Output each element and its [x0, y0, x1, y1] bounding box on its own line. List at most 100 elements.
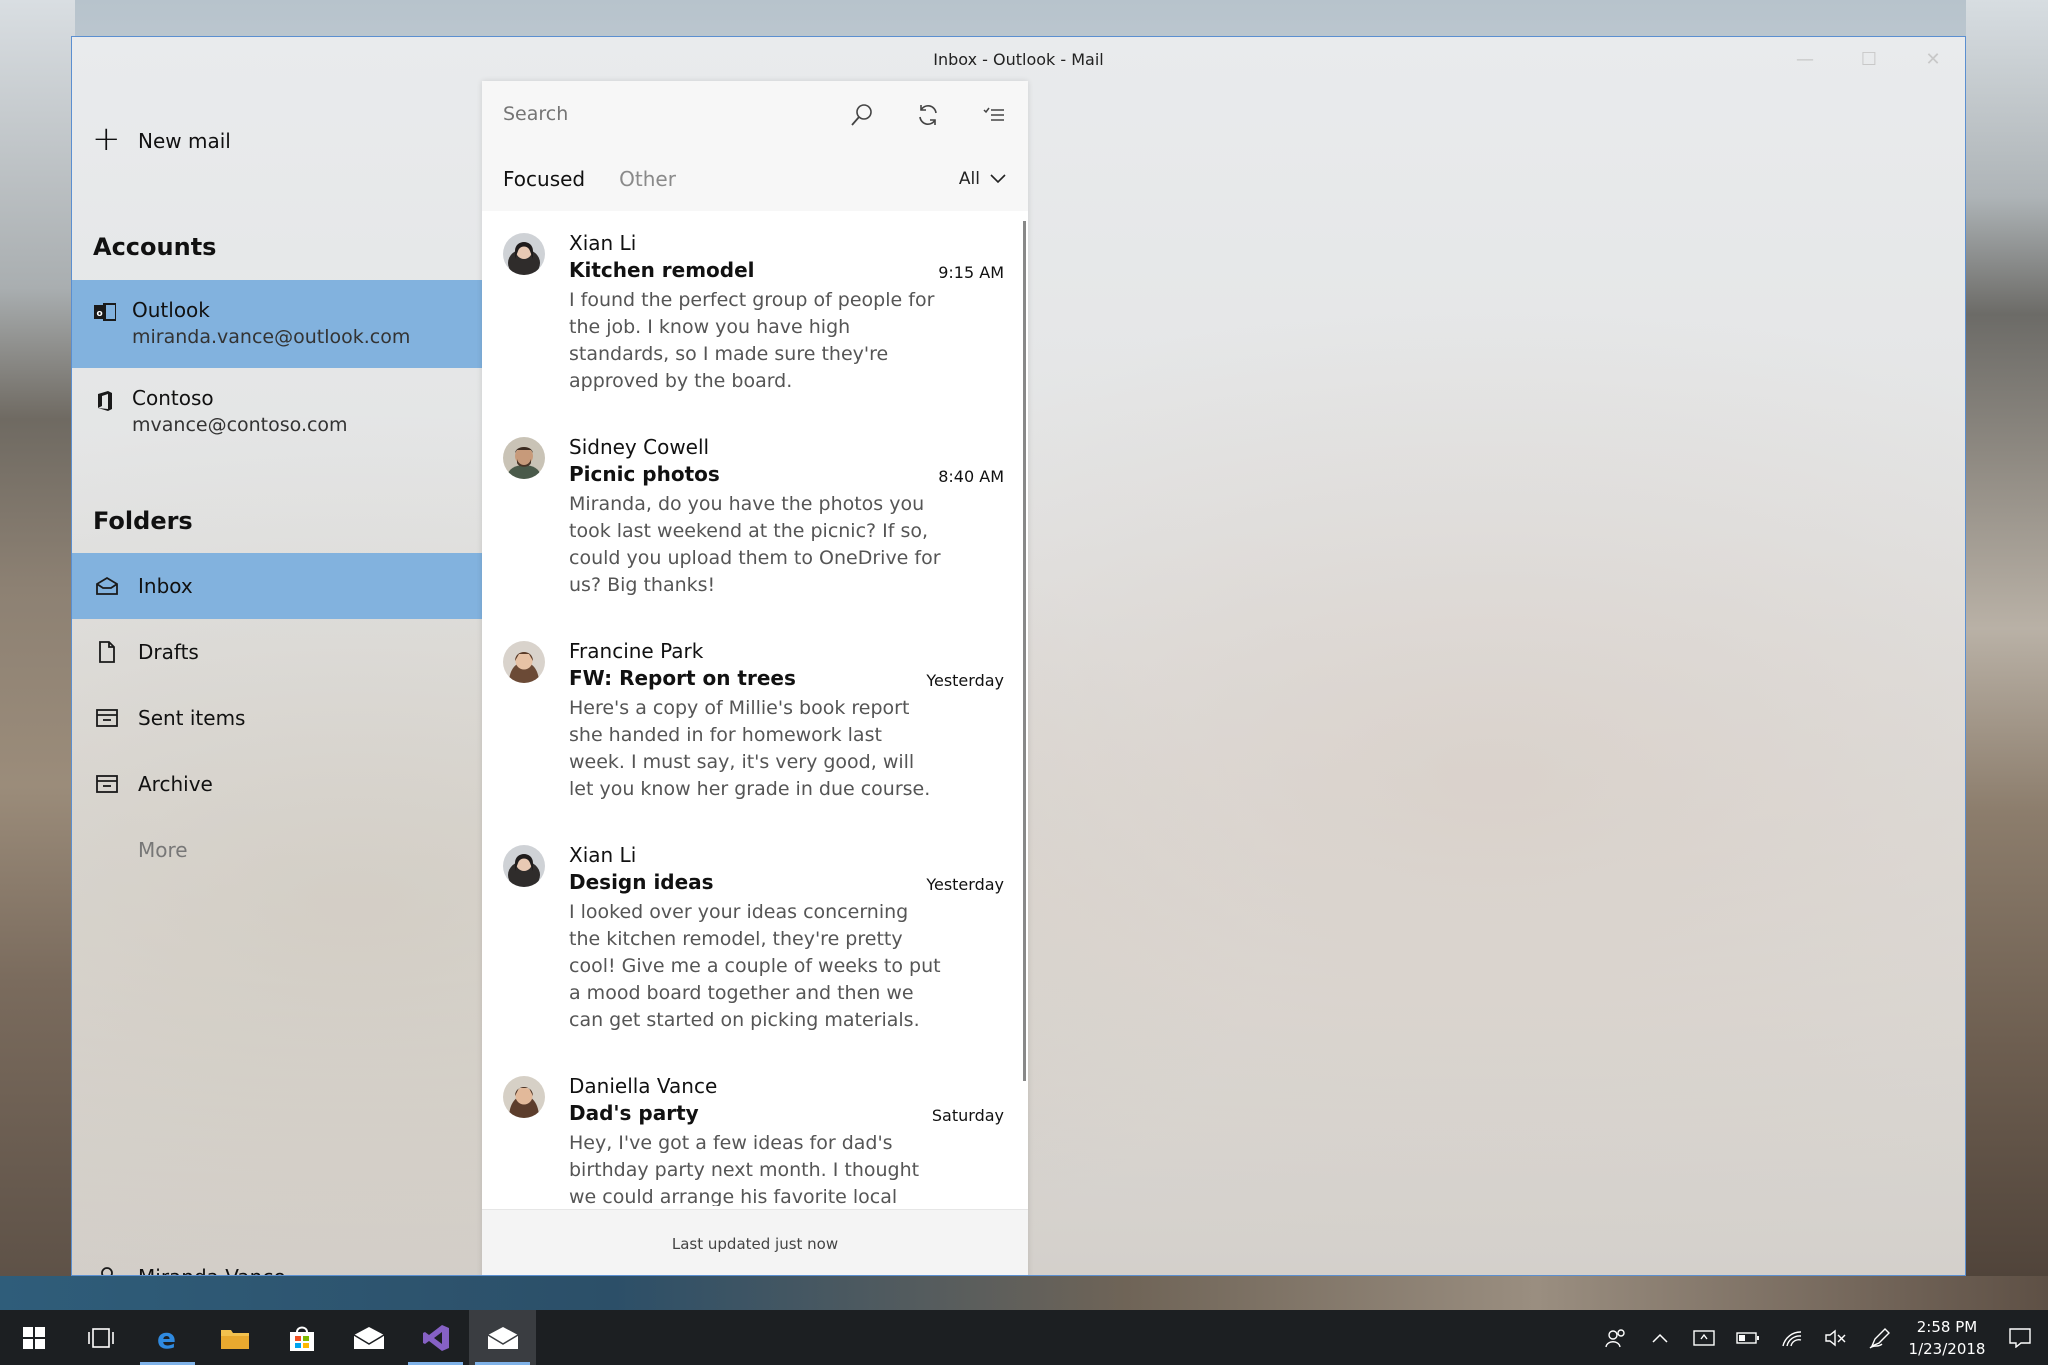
mail-app-icon[interactable]: [335, 1310, 402, 1365]
message-item[interactable]: Sidney Cowell Picnic photos 8:40 AM Mira…: [482, 415, 1020, 619]
account-email: mvance@contoso.com: [132, 414, 348, 436]
search-icon[interactable]: [844, 97, 880, 133]
message-time: 8:40 AM: [938, 467, 1004, 486]
tab-focused[interactable]: Focused: [503, 167, 585, 191]
folder-label: Drafts: [138, 640, 199, 664]
folder-sent-items[interactable]: Sent items: [72, 685, 482, 751]
sender-avatar: [503, 845, 545, 887]
message-item[interactable]: Daniella Vance Dad's party Saturday Hey,…: [482, 1054, 1020, 1206]
title-bar[interactable]: Inbox - Outlook - Mail: [72, 37, 1965, 81]
chevron-up-icon[interactable]: [1638, 1310, 1682, 1365]
message-subject: Design ideas: [569, 870, 714, 894]
message-time: Yesterday: [926, 875, 1004, 894]
office-icon: [72, 390, 132, 412]
sent-icon: [72, 708, 138, 728]
selection-mode-icon[interactable]: [976, 97, 1012, 133]
filter-label: All: [958, 169, 980, 189]
message-sender: Francine Park: [569, 639, 704, 663]
account-email: miranda.vance@outlook.com: [132, 326, 411, 348]
message-time: 9:15 AM: [938, 263, 1004, 282]
wifi-icon[interactable]: [1770, 1310, 1814, 1365]
people-icon[interactable]: [1594, 1310, 1638, 1365]
message-preview: Here's a copy of Millie's book report sh…: [569, 697, 931, 800]
window-title: Inbox - Outlook - Mail: [933, 49, 1104, 69]
store-icon[interactable]: [268, 1310, 335, 1365]
sync-status-bar: Last updated just now: [482, 1209, 1028, 1275]
sync-status-text: Last updated just now: [671, 1234, 839, 1253]
start-button[interactable]: [0, 1310, 67, 1365]
message-list-pane: Focused Other All Xian Li Kitchen remode…: [482, 81, 1028, 1275]
message-item[interactable]: Xian Li Kitchen remodel 9:15 AM I found …: [482, 211, 1020, 415]
message-preview: I found the perfect group of people for …: [569, 289, 935, 392]
folder-label: More: [138, 838, 188, 862]
navigation-pane: + New mail Accounts o Outlook miranda.va…: [72, 81, 482, 1275]
volume-muted-icon[interactable]: [1814, 1310, 1858, 1365]
list-toolbar: [844, 97, 1012, 133]
pen-workspace-icon[interactable]: [1858, 1310, 1902, 1365]
message-sender: Xian Li: [569, 843, 637, 867]
list-header: Focused Other All: [482, 81, 1028, 211]
message-preview: Hey, I've got a few ideas for dad's birt…: [569, 1132, 920, 1206]
system-tray: 2:58 PM 1/23/2018: [1594, 1310, 2048, 1365]
desktop-background-right: [1966, 0, 2048, 1310]
plus-icon: +: [92, 119, 121, 159]
clock-date: 1/23/2018: [1908, 1339, 1986, 1358]
message-list: Xian Li Kitchen remodel 9:15 AM I found …: [482, 211, 1028, 1206]
desktop-background-bottom: [0, 1276, 2048, 1310]
folder-more[interactable]: More: [72, 817, 482, 883]
account-contoso[interactable]: Contoso mvance@contoso.com: [72, 368, 482, 456]
svg-text:e: e: [157, 1324, 176, 1352]
filter-dropdown[interactable]: All: [959, 169, 1006, 189]
sender-avatar: [503, 437, 545, 479]
outlook-icon: o: [72, 302, 132, 322]
message-preview: I looked over your ideas concerning the …: [569, 901, 941, 1031]
clock[interactable]: 2:58 PM 1/23/2018: [1902, 1316, 1992, 1360]
folder-drafts[interactable]: Drafts: [72, 619, 482, 685]
battery-icon[interactable]: [1726, 1310, 1770, 1365]
message-subject: Picnic photos: [569, 462, 720, 486]
message-item[interactable]: Francine Park FW: Report on trees Yester…: [482, 619, 1020, 823]
account-name: Outlook: [132, 298, 210, 322]
search-input[interactable]: [503, 103, 803, 125]
account-name: Contoso: [132, 386, 214, 410]
new-mail-button[interactable]: + New mail: [92, 121, 231, 161]
folder-label: Sent items: [138, 706, 246, 730]
taskbar: e 2:58 PM 1/23/2018: [0, 1310, 2048, 1365]
task-view-button[interactable]: [67, 1310, 134, 1365]
edge-browser-icon[interactable]: e: [134, 1310, 201, 1365]
visual-studio-icon[interactable]: [402, 1310, 469, 1365]
message-preview: Miranda, do you have the photos you took…: [569, 493, 941, 596]
tablet-mode-icon[interactable]: [1682, 1310, 1726, 1365]
desktop-background-left: [0, 0, 75, 1310]
sender-avatar: [503, 233, 545, 275]
message-time: Saturday: [931, 1106, 1004, 1125]
account-outlook[interactable]: o Outlook miranda.vance@outlook.com: [72, 280, 482, 368]
folder-archive[interactable]: Archive: [72, 751, 482, 817]
accounts-heading: Accounts: [93, 233, 217, 261]
folders-heading: Folders: [93, 507, 193, 535]
archive-icon: [72, 774, 138, 794]
minimize-button[interactable]: —: [1773, 37, 1837, 81]
message-sender: Xian Li: [569, 231, 637, 255]
message-sender: Sidney Cowell: [569, 435, 710, 459]
close-button[interactable]: ✕: [1901, 37, 1965, 81]
clock-time: 2:58 PM: [1916, 1317, 1978, 1336]
user-account-button[interactable]: Miranda Vance: [72, 1251, 482, 1275]
message-subject: FW: Report on trees: [569, 666, 796, 690]
sync-icon[interactable]: [910, 97, 946, 133]
tab-other[interactable]: Other: [619, 167, 676, 191]
maximize-button[interactable]: ☐: [1837, 37, 1901, 81]
folder-label: Archive: [138, 772, 213, 796]
file-explorer-icon[interactable]: [201, 1310, 268, 1365]
message-sender: Daniella Vance: [569, 1074, 718, 1098]
mail-window: Inbox - Outlook - Mail — ☐ ✕ + New mail …: [71, 36, 1966, 1276]
mail-window-icon[interactable]: [469, 1310, 536, 1365]
action-center-icon[interactable]: [1992, 1310, 2048, 1365]
inbox-icon: [72, 576, 138, 596]
sender-avatar: [503, 1076, 545, 1118]
message-item[interactable]: Xian Li Design ideas Yesterday I looked …: [482, 823, 1020, 1054]
list-scrollbar[interactable]: [1023, 221, 1026, 1081]
new-mail-label: New mail: [138, 129, 231, 153]
message-time: Yesterday: [926, 671, 1004, 690]
folder-inbox[interactable]: Inbox: [72, 553, 482, 619]
